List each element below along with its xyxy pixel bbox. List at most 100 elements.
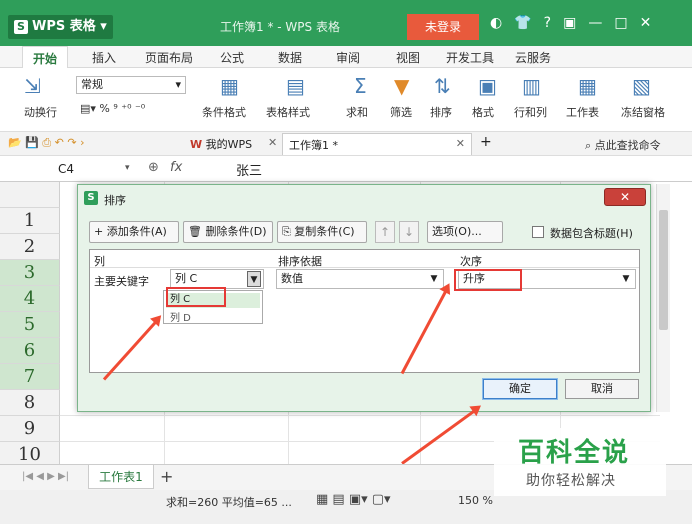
row-header[interactable]: 5 (0, 312, 60, 338)
tab-page-layout[interactable]: 页面布局 (145, 49, 193, 66)
highlight-box-order (454, 269, 522, 291)
basis-select[interactable]: 数值 ▼ (276, 269, 444, 289)
login-button[interactable]: 未登录 (407, 14, 479, 40)
add-condition-button[interactable]: + 添加条件(A) (89, 221, 179, 243)
row-header[interactable]: 7 (0, 364, 60, 390)
worksheet-icon[interactable]: ▦ (578, 74, 597, 98)
table-style-icon[interactable]: ▤ (286, 74, 305, 98)
row-header[interactable]: 8 (0, 390, 60, 416)
chevron-down-icon[interactable]: ▼ (619, 271, 633, 287)
header-divider (90, 267, 639, 268)
options-button[interactable]: 选项(O)... (427, 221, 503, 243)
format-icon[interactable]: ▣ (478, 74, 497, 98)
sheet-tab[interactable]: 工作表1 (88, 465, 154, 489)
close-tab-icon[interactable]: ✕ (268, 136, 277, 149)
header-checkbox-label[interactable]: 数据包含标题(H) (550, 225, 633, 241)
ok-button[interactable]: 确定 (483, 379, 557, 399)
new-tab-icon[interactable]: + (480, 134, 492, 150)
command-search[interactable]: ⌕ 点此查找命令 (585, 137, 661, 153)
app-name: WPS 表格 (32, 19, 96, 34)
app-menu-button[interactable]: S WPS 表格 ▾ (8, 15, 113, 39)
name-box-dropdown-icon[interactable]: ▾ (125, 163, 130, 173)
tab-data[interactable]: 数据 (278, 49, 302, 66)
tab-home[interactable]: 开始 (22, 46, 69, 69)
zoom-formula-icon[interactable]: ⊕ (148, 160, 159, 175)
grid-line (60, 415, 660, 416)
shirt-icon[interactable]: 👕 (514, 15, 531, 31)
minimize-icon[interactable]: — (588, 15, 602, 31)
tab-formula[interactable]: 公式 (220, 49, 244, 66)
select-all-corner[interactable] (0, 182, 60, 208)
move-up-icon[interactable]: ↑ (375, 221, 395, 243)
filter-button[interactable]: 筛选 (390, 104, 412, 120)
copy-condition-label: 复制条件(C) (294, 225, 355, 238)
view-mode-icons[interactable]: ▦ ▤ ▣▾ ▢▾ (316, 492, 391, 507)
wrap-text-label[interactable]: 动换行 (24, 104, 57, 120)
wps-logo-icon: S (84, 191, 98, 205)
rows-cols-button[interactable]: 行和列 (514, 104, 547, 120)
row-header[interactable]: 3 (0, 260, 60, 286)
add-condition-label: 添加条件(A) (106, 225, 167, 238)
tab-developer[interactable]: 开发工具 (446, 49, 494, 66)
tab-cloud[interactable]: 云服务 (515, 49, 551, 66)
add-sheet-icon[interactable]: + (160, 467, 173, 486)
number-format-select[interactable]: 常规 ▾ (76, 76, 186, 94)
zoom-level[interactable]: 150 % (458, 494, 493, 507)
column-select[interactable]: 列 C ▼ (170, 269, 264, 289)
ribbon-tabs: 开始 插入 页面布局 公式 数据 审阅 视图 开发工具 云服务 (0, 46, 692, 69)
row-header[interactable]: 2 (0, 234, 60, 260)
table-style-button[interactable]: 表格样式 (266, 104, 310, 120)
vertical-scrollbar[interactable] (656, 184, 670, 412)
dialog-close-button[interactable]: ✕ (604, 188, 646, 206)
close-icon[interactable]: ✕ (640, 15, 652, 31)
restore-icon[interactable]: ▣ (563, 15, 576, 31)
cancel-button[interactable]: 取消 (565, 379, 639, 399)
chevron-down-icon[interactable]: ▼ (247, 271, 261, 287)
worksheet-button[interactable]: 工作表 (566, 104, 599, 120)
sum-icon[interactable]: Σ (354, 74, 367, 98)
conditional-format-icon[interactable]: ▦ (220, 74, 239, 98)
row-header[interactable]: 1 (0, 208, 60, 234)
freeze-button[interactable]: 冻结窗格 (621, 104, 665, 120)
tab-view[interactable]: 视图 (396, 49, 420, 66)
dialog-title: 排序 (104, 194, 126, 207)
copy-condition-button[interactable]: ⎘ 复制条件(C) (277, 221, 367, 243)
workbook-tab[interactable]: 工作簿1 * ✕ (282, 133, 472, 155)
tab-insert[interactable]: 插入 (92, 49, 116, 66)
row-header[interactable]: 6 (0, 338, 60, 364)
sort-icon[interactable]: ⇅ (434, 74, 451, 98)
header-checkbox[interactable] (532, 226, 544, 238)
freeze-icon[interactable]: ▧ (632, 74, 651, 98)
maximize-icon[interactable]: □ (614, 15, 627, 31)
sheet-nav-icons[interactable]: |◀ ◀ ▶ ▶| (22, 471, 69, 482)
number-format-buttons[interactable]: ▤▾ % ⁹ ⁺⁰ ⁻⁰ (80, 102, 145, 115)
sort-button[interactable]: 排序 (430, 104, 452, 120)
tab-review[interactable]: 审阅 (336, 49, 360, 66)
skin-icon[interactable]: ◐ (490, 15, 502, 31)
name-box[interactable]: C4 (16, 160, 134, 178)
help-icon[interactable]: ? (544, 15, 551, 31)
filter-icon[interactable]: ▼ (394, 74, 409, 98)
dialog-title-bar[interactable]: S 排序 ✕ (78, 185, 650, 211)
chevron-down-icon[interactable]: ▼ (427, 271, 441, 287)
rows-cols-icon[interactable]: ▥ (522, 74, 541, 98)
row-header[interactable]: 9 (0, 416, 60, 442)
my-wps-label: 我的WPS (205, 138, 253, 151)
my-wps-tab[interactable]: W 我的WPS (190, 136, 252, 152)
dropdown-option[interactable]: 列 D (166, 309, 191, 324)
delete-condition-button[interactable]: 🗑 删除条件(D) (183, 221, 273, 243)
workbook-tab-label: 工作簿1 * (289, 139, 338, 152)
basis-select-value: 数值 (281, 272, 303, 285)
move-down-icon[interactable]: ↓ (399, 221, 419, 243)
quick-access-icons[interactable]: 📂 💾 ⎙ ↶ ↷ › (8, 136, 85, 150)
fx-icon[interactable]: fx (170, 160, 182, 175)
sum-button[interactable]: 求和 (346, 104, 368, 120)
format-button[interactable]: 格式 (472, 104, 494, 120)
row-header[interactable]: 4 (0, 286, 60, 312)
conditional-format-button[interactable]: 条件格式 (202, 104, 246, 120)
scroll-thumb[interactable] (659, 210, 668, 330)
document-tabs-bar: 📂 💾 ⎙ ↶ ↷ › W 我的WPS ✕ 工作簿1 * ✕ + ⌕ 点此查找命令 (0, 132, 692, 156)
formula-value[interactable]: 张三 (236, 160, 262, 179)
close-doc-icon: ✕ (455, 137, 465, 150)
wrap-text-icon[interactable]: ⇲ (24, 74, 41, 98)
